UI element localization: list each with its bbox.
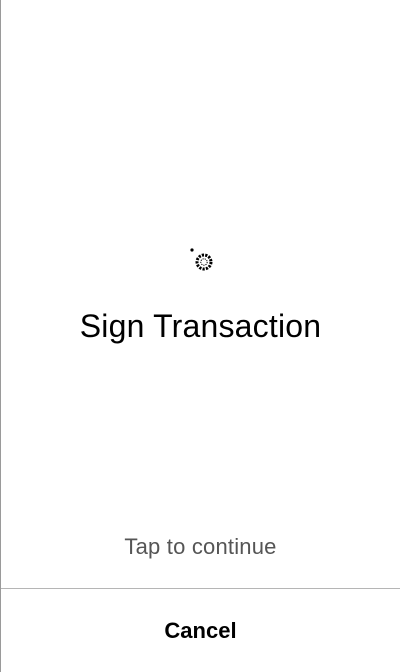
cancel-button[interactable]: Cancel [1,589,400,672]
spinner-icon [189,247,217,275]
page-title: Sign Transaction [79,308,322,344]
sign-transaction-screen[interactable]: Sign Transaction Tap to continue Cancel [0,0,400,672]
tap-to-continue-hint[interactable]: Tap to continue [1,533,400,561]
